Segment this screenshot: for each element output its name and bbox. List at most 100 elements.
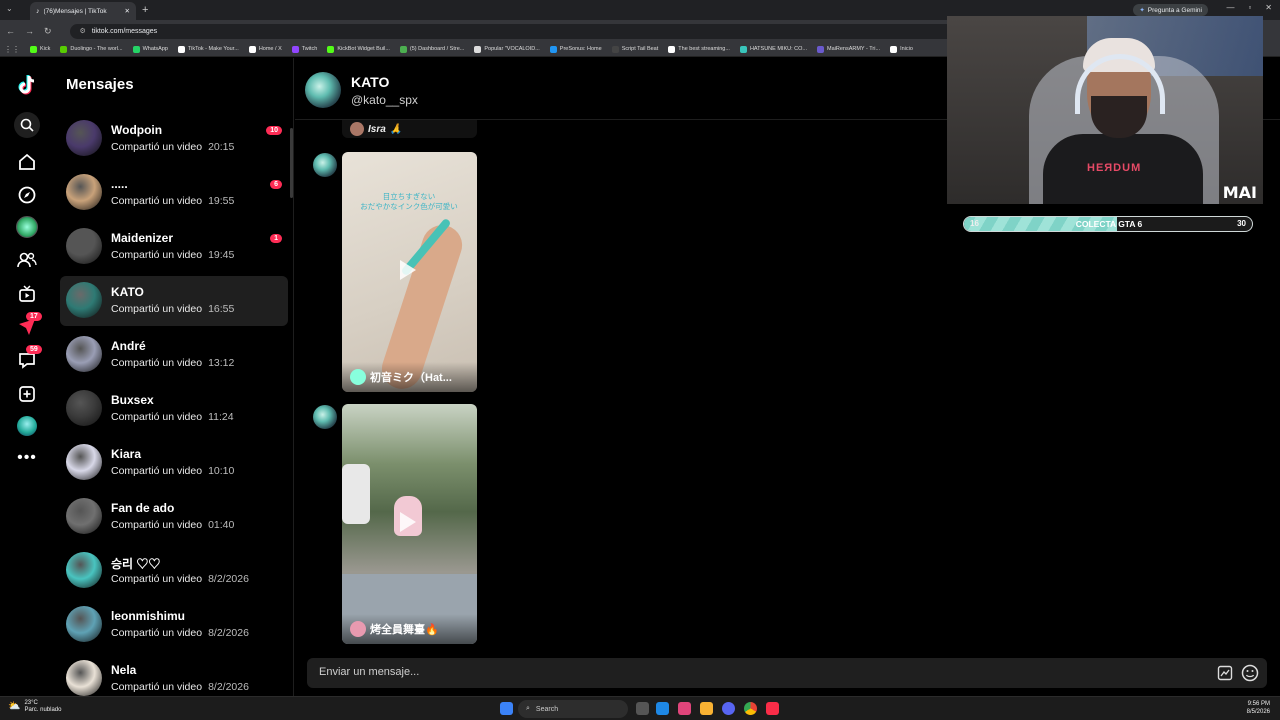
conversation-avatar (66, 606, 102, 642)
clock-date: 8/5/2026 (1246, 708, 1270, 715)
conversation-item[interactable]: KATO Compartió un video 16:55 (60, 276, 288, 326)
conversation-scrollbar[interactable] (290, 128, 293, 198)
bookmark-favicon-icon (177, 45, 185, 53)
play-icon[interactable] (400, 512, 416, 532)
previous-caption-text: Isra (368, 123, 386, 135)
bookmark-item[interactable]: TikTok - Make Your... (177, 45, 239, 53)
tab-search-icon[interactable]: ⌄ (6, 4, 18, 16)
bookmark-item[interactable]: PreSonus: Home (549, 45, 602, 53)
live-icon[interactable] (16, 283, 38, 305)
conversation-item[interactable]: 승리 ♡♡ Compartió un video 8/2/2026 (60, 546, 288, 596)
inbox-icon[interactable]: 17 (16, 312, 42, 338)
message-avatar (313, 153, 337, 177)
messages-icon[interactable]: 59 (16, 345, 42, 371)
conversation-name: André (111, 339, 146, 353)
shared-video-card[interactable]: 烤全員舞臺🔥 (342, 404, 477, 644)
conversation-time: 20:15 (208, 141, 235, 153)
conversation-item[interactable]: Buxsex Compartió un video 11:24 (60, 384, 288, 434)
conversation-item[interactable]: Kiara Compartió un video 10:10 (60, 438, 288, 488)
bookmark-item[interactable]: Home / X (248, 45, 282, 53)
chrome-icon[interactable] (744, 702, 757, 715)
conversation-item[interactable]: Maidenizer Compartió un video 19:45 1 (60, 222, 288, 272)
apps-icon[interactable]: ⋮⋮ (4, 45, 20, 54)
explore-icon[interactable] (16, 184, 38, 206)
taskbar-search[interactable]: ⌕ Search (518, 700, 628, 718)
gemini-button[interactable]: ✦ Pregunta a Gemini (1133, 4, 1208, 16)
back-icon[interactable]: ← (6, 26, 15, 36)
bookmark-favicon-icon (611, 45, 619, 53)
more-icon[interactable]: ••• (16, 447, 38, 469)
play-icon[interactable] (400, 260, 416, 280)
bookmark-item[interactable]: MaiRensARMY - Tri... (817, 45, 880, 53)
conversation-preview: Compartió un video 11:24 (111, 411, 234, 423)
brand-logo: MAI (1222, 183, 1257, 202)
unread-badge: 1 (270, 234, 282, 243)
conversation-time: 10:10 (208, 465, 235, 477)
search-icon[interactable] (14, 112, 40, 138)
conversation-item[interactable]: André Compartió un video 13:12 (60, 330, 288, 380)
message-input[interactable]: Enviar un mensaje... (319, 666, 419, 678)
home-icon[interactable] (16, 151, 38, 173)
bookmark-item[interactable]: Script Tail Beat (611, 45, 658, 53)
account-avatar-icon[interactable] (16, 415, 38, 437)
previous-video-caption[interactable]: Isra 🙏 (342, 120, 477, 138)
music-icon[interactable] (766, 702, 779, 715)
conversation-name: ..... (111, 177, 128, 191)
conversation-preview: Compartió un video 19:45 (111, 249, 234, 261)
bookmark-item[interactable]: (5) Dashboard / Stre... (399, 45, 464, 53)
conversation-item[interactable]: leonmishimu Compartió un video 8/2/2026 (60, 600, 288, 650)
bookmark-item[interactable]: Inicio (890, 45, 913, 53)
creator-avatar (350, 621, 366, 637)
bookmark-item[interactable]: Twitch (291, 45, 317, 53)
emoji-icon[interactable] (1241, 664, 1259, 687)
close-tab-icon[interactable]: ✕ (125, 7, 130, 15)
chat-avatar[interactable] (305, 72, 341, 108)
weather-widget[interactable]: ⛅ 23°C Parc. nublado (8, 700, 61, 713)
bookmark-item[interactable]: HATSUNE MIKU: CO... (739, 45, 807, 53)
new-tab-icon[interactable]: + (142, 4, 148, 16)
reload-icon[interactable]: ↻ (44, 26, 52, 37)
task-view-icon[interactable] (636, 702, 649, 715)
upload-icon[interactable] (16, 383, 38, 405)
sticker-icon[interactable] (1217, 665, 1233, 686)
start-icon[interactable] (500, 702, 513, 715)
bookmark-label: Duolingo - The worl... (70, 46, 123, 52)
creator-avatar (350, 369, 366, 385)
bookmark-item[interactable]: Duolingo - The worl... (60, 45, 123, 53)
preview-text: Compartió un video (111, 303, 203, 315)
app-icon[interactable] (678, 702, 691, 715)
chat-name[interactable]: KATO (351, 74, 389, 90)
forward-icon[interactable]: → (25, 26, 34, 36)
conversation-time: 01:40 (208, 519, 235, 531)
bookmark-item[interactable]: Kick (30, 45, 50, 53)
shared-video-card[interactable]: 目立ちすぎない おだやかなインク色が可愛い 初音ミク（Hat... (342, 152, 477, 392)
goal-label: COLECTA GTA 6 (1075, 219, 1143, 229)
conversation-item[interactable]: ..... Compartió un video 19:55 6 (60, 168, 288, 218)
maximize-icon[interactable]: ▫ (1248, 3, 1251, 12)
bookmark-label: PreSonus: Home (559, 46, 602, 52)
conversation-avatar (66, 282, 102, 318)
discord-icon[interactable] (722, 702, 735, 715)
system-clock[interactable]: 9:56 PM 8/5/2026 (1247, 701, 1270, 717)
bookmark-item[interactable]: The best streaming... (668, 45, 730, 53)
message-avatar (313, 405, 337, 429)
bookmark-item[interactable]: Popular "VOCALOID... (474, 45, 540, 53)
conversation-avatar (66, 120, 102, 156)
minimize-icon[interactable]: — (1226, 3, 1234, 12)
edge-icon[interactable] (656, 702, 669, 715)
message-composer[interactable]: Enviar un mensaje... (307, 658, 1267, 688)
browser-tab[interactable]: ♪ (76)Mensajes | TikTok ✕ (30, 2, 136, 20)
following-icon[interactable] (16, 249, 38, 271)
bookmark-item[interactable]: WhatsApp (132, 45, 168, 53)
conversation-preview: Compartió un video 01:40 (111, 519, 234, 531)
close-window-icon[interactable]: ✕ (1265, 3, 1272, 12)
file-explorer-icon[interactable] (700, 702, 713, 715)
conversation-item[interactable]: Wodpoin Compartió un video 20:15 10 (60, 114, 288, 164)
tiktok-logo-icon[interactable] (16, 74, 38, 96)
bookmark-item[interactable]: KickBot Widget Buil... (327, 45, 390, 53)
preview-text: Compartió un video (111, 519, 203, 531)
conversation-item[interactable]: Fan de ado Compartió un video 01:40 (60, 492, 288, 542)
conversation-preview: Compartió un video 19:55 (111, 195, 234, 207)
site-info-icon[interactable]: ⚙ (80, 27, 86, 35)
profile-avatar-icon[interactable] (16, 216, 38, 238)
